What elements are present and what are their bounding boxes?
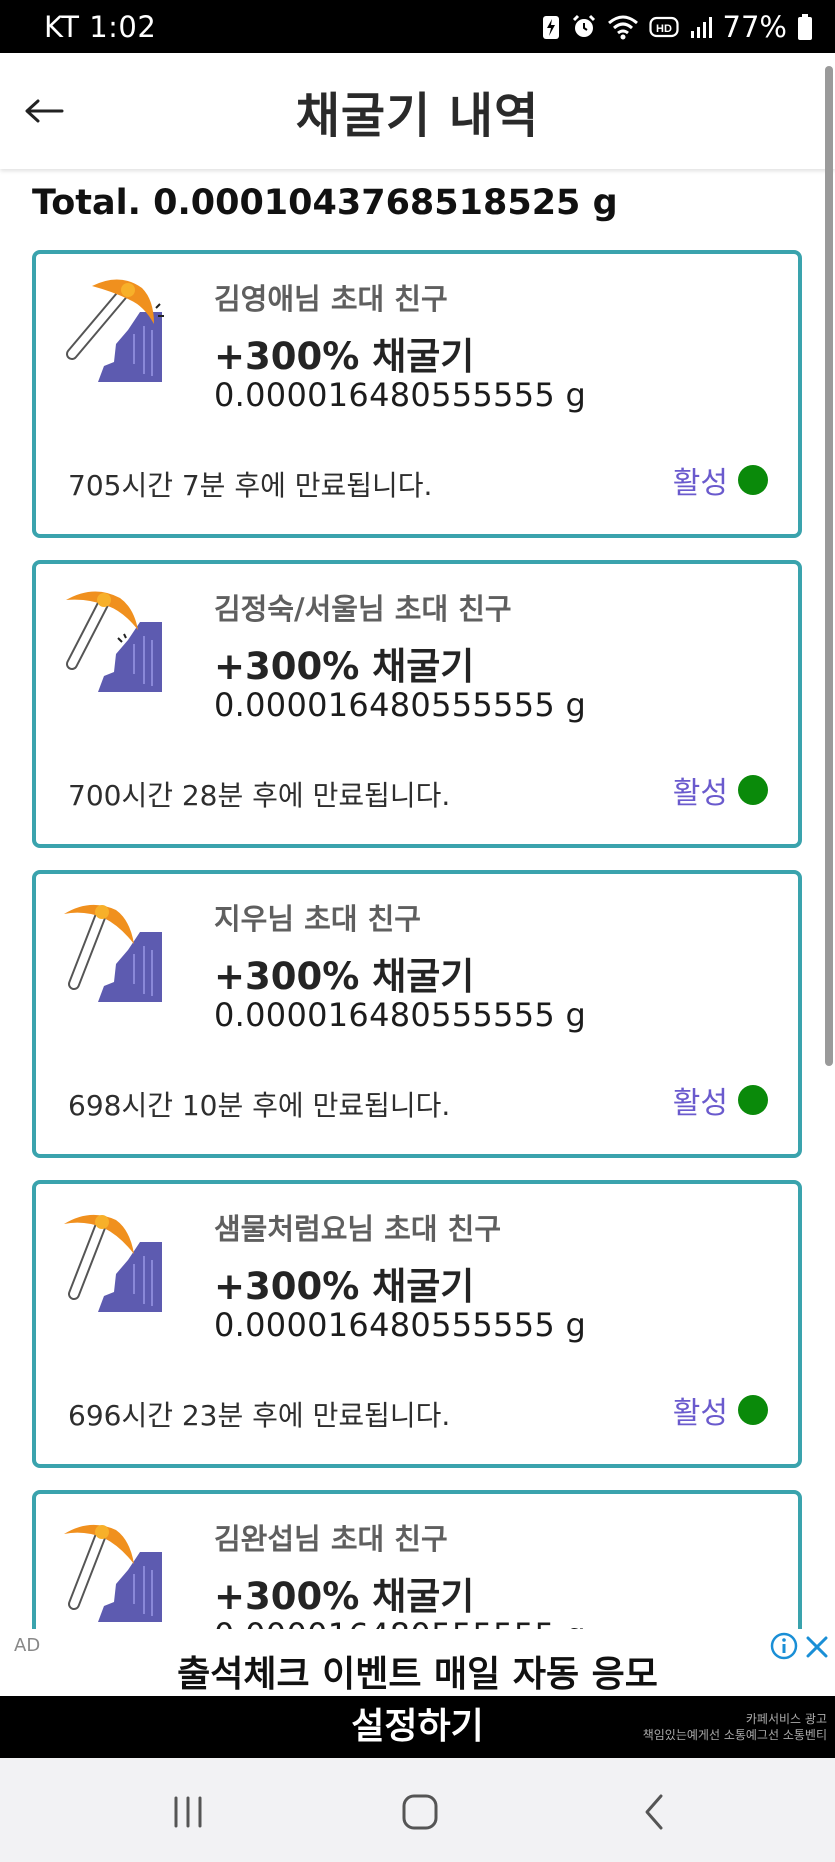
pickaxe-rock-icon [64, 904, 162, 1002]
total-amount: Total. 0.0001043768518525 g [32, 183, 618, 223]
ad-headline[interactable]: 출석체크 이벤트 매일 자동 응모 [0, 1645, 835, 1697]
card-amount: 0.000016480555555 g [214, 1306, 587, 1344]
pickaxe-rock-icon [66, 279, 164, 382]
home-button[interactable] [392, 1784, 448, 1840]
status-indicator: 활성 [673, 1078, 768, 1122]
arrow-left-icon [25, 99, 64, 123]
alarm-icon [572, 14, 595, 37]
battery-icon [798, 13, 812, 40]
card-expiry: 698시간 10분 후에 만료됩니다. [68, 1089, 451, 1122]
status-indicator: 활성 [673, 1388, 768, 1432]
app-header: 채굴기 내역 [0, 53, 835, 169]
back-button[interactable] [20, 87, 68, 135]
recents-icon [174, 1796, 202, 1828]
card-inviter: 김영애님 초대 친구 [214, 282, 448, 316]
svg-text:HD: HD [656, 23, 672, 35]
status-label: 활성 [672, 776, 728, 811]
back-chevron-icon [645, 1794, 663, 1830]
status-label: 활성 [672, 466, 728, 501]
card-amount: 0.000016480555555 g [214, 376, 587, 414]
ad-banner[interactable]: AD 출석체크 이벤트 매일 자동 응모 설정하기 카페서비스 광고 책임있는예… [0, 1629, 835, 1758]
wifi-icon [607, 15, 638, 39]
status-bar: KT 1:02 HD 77% [0, 0, 835, 53]
card-expiry: 700시간 28분 후에 만료됩니다. [68, 779, 451, 812]
status-label: 활성 [672, 1396, 728, 1431]
card-amount: 0.000016480555555 g [214, 1616, 586, 1629]
battery-percent: 77% [722, 9, 787, 44]
nav-back-button[interactable] [626, 1784, 682, 1840]
card-miner-type: +300% 채굴기 [214, 1575, 475, 1618]
home-icon [402, 1794, 438, 1830]
status-carrier-time: KT 1:02 [44, 9, 157, 44]
miner-card[interactable]: 샘물처럼요님 초대 친구 +300% 채굴기 0.000016480555555… [32, 1180, 802, 1468]
mining-list[interactable]: Total. 0.0001043768518525 g 김영애님 초대 친구 +… [0, 169, 835, 1629]
ad-fineprint-line: 책임있는예게선 소통예그선 소통벤티 [642, 1728, 827, 1742]
card-miner-type: +300% 채굴기 [214, 1265, 475, 1308]
status-dot-icon [738, 1395, 768, 1425]
miner-card[interactable]: 김영애님 초대 친구 +300% 채굴기 0.000016480555555 g… [32, 250, 802, 538]
status-dot-icon [738, 465, 768, 495]
battery-saver-icon [542, 15, 559, 39]
card-miner-type: +300% 채굴기 [214, 335, 475, 378]
status-dot-icon [738, 775, 768, 805]
page-title: 채굴기 내역 [295, 88, 540, 144]
status-icons: HD 77% [541, 10, 813, 44]
signal-icon [690, 16, 712, 38]
ad-fineprint: 카페서비스 광고 책임있는예게선 소통예그선 소통벤티 [643, 1711, 827, 1743]
hd-icon: HD [648, 16, 679, 37]
status-label: 활성 [672, 1086, 728, 1121]
miner-card[interactable]: 김정숙/서울님 초대 친구 +300% 채굴기 0.00001648055555… [32, 560, 802, 848]
pickaxe-rock-icon [64, 1214, 162, 1312]
card-miner-type: +300% 채굴기 [214, 955, 475, 998]
scrollbar[interactable] [825, 66, 833, 1066]
miner-card[interactable]: 김완섭님 초대 친구 +300% 채굴기 0.000016480555555 g [32, 1490, 802, 1629]
card-miner-type: +300% 채굴기 [214, 645, 475, 688]
card-amount: 0.000016480555555 g [214, 996, 587, 1034]
pickaxe-rock-icon [64, 1524, 162, 1622]
card-expiry: 696시간 23분 후에 만료됩니다. [68, 1399, 451, 1432]
status-dot-icon [738, 1085, 768, 1115]
system-nav-bar [0, 1758, 835, 1862]
ad-fineprint-line: 카페서비스 광고 [745, 1712, 827, 1726]
status-indicator: 활성 [673, 458, 768, 502]
screen: KT 1:02 HD 77% 채굴기 내역 Total. 0.000104376… [0, 0, 835, 1862]
card-inviter: 샘물처럼요님 초대 친구 [214, 1212, 501, 1246]
pickaxe-rock-icon [66, 591, 162, 692]
miner-card[interactable]: 지우님 초대 친구 +300% 채굴기 0.000016480555555 g … [32, 870, 802, 1158]
recents-button[interactable] [160, 1784, 216, 1840]
status-indicator: 활성 [673, 768, 768, 812]
card-inviter: 김완섭님 초대 친구 [214, 1522, 448, 1556]
card-inviter: 김정숙/서울님 초대 친구 [214, 592, 512, 626]
card-amount: 0.000016480555555 g [214, 686, 587, 724]
card-inviter: 지우님 초대 친구 [214, 902, 421, 936]
card-expiry: 705시간 7분 후에 만료됩니다. [68, 469, 433, 502]
